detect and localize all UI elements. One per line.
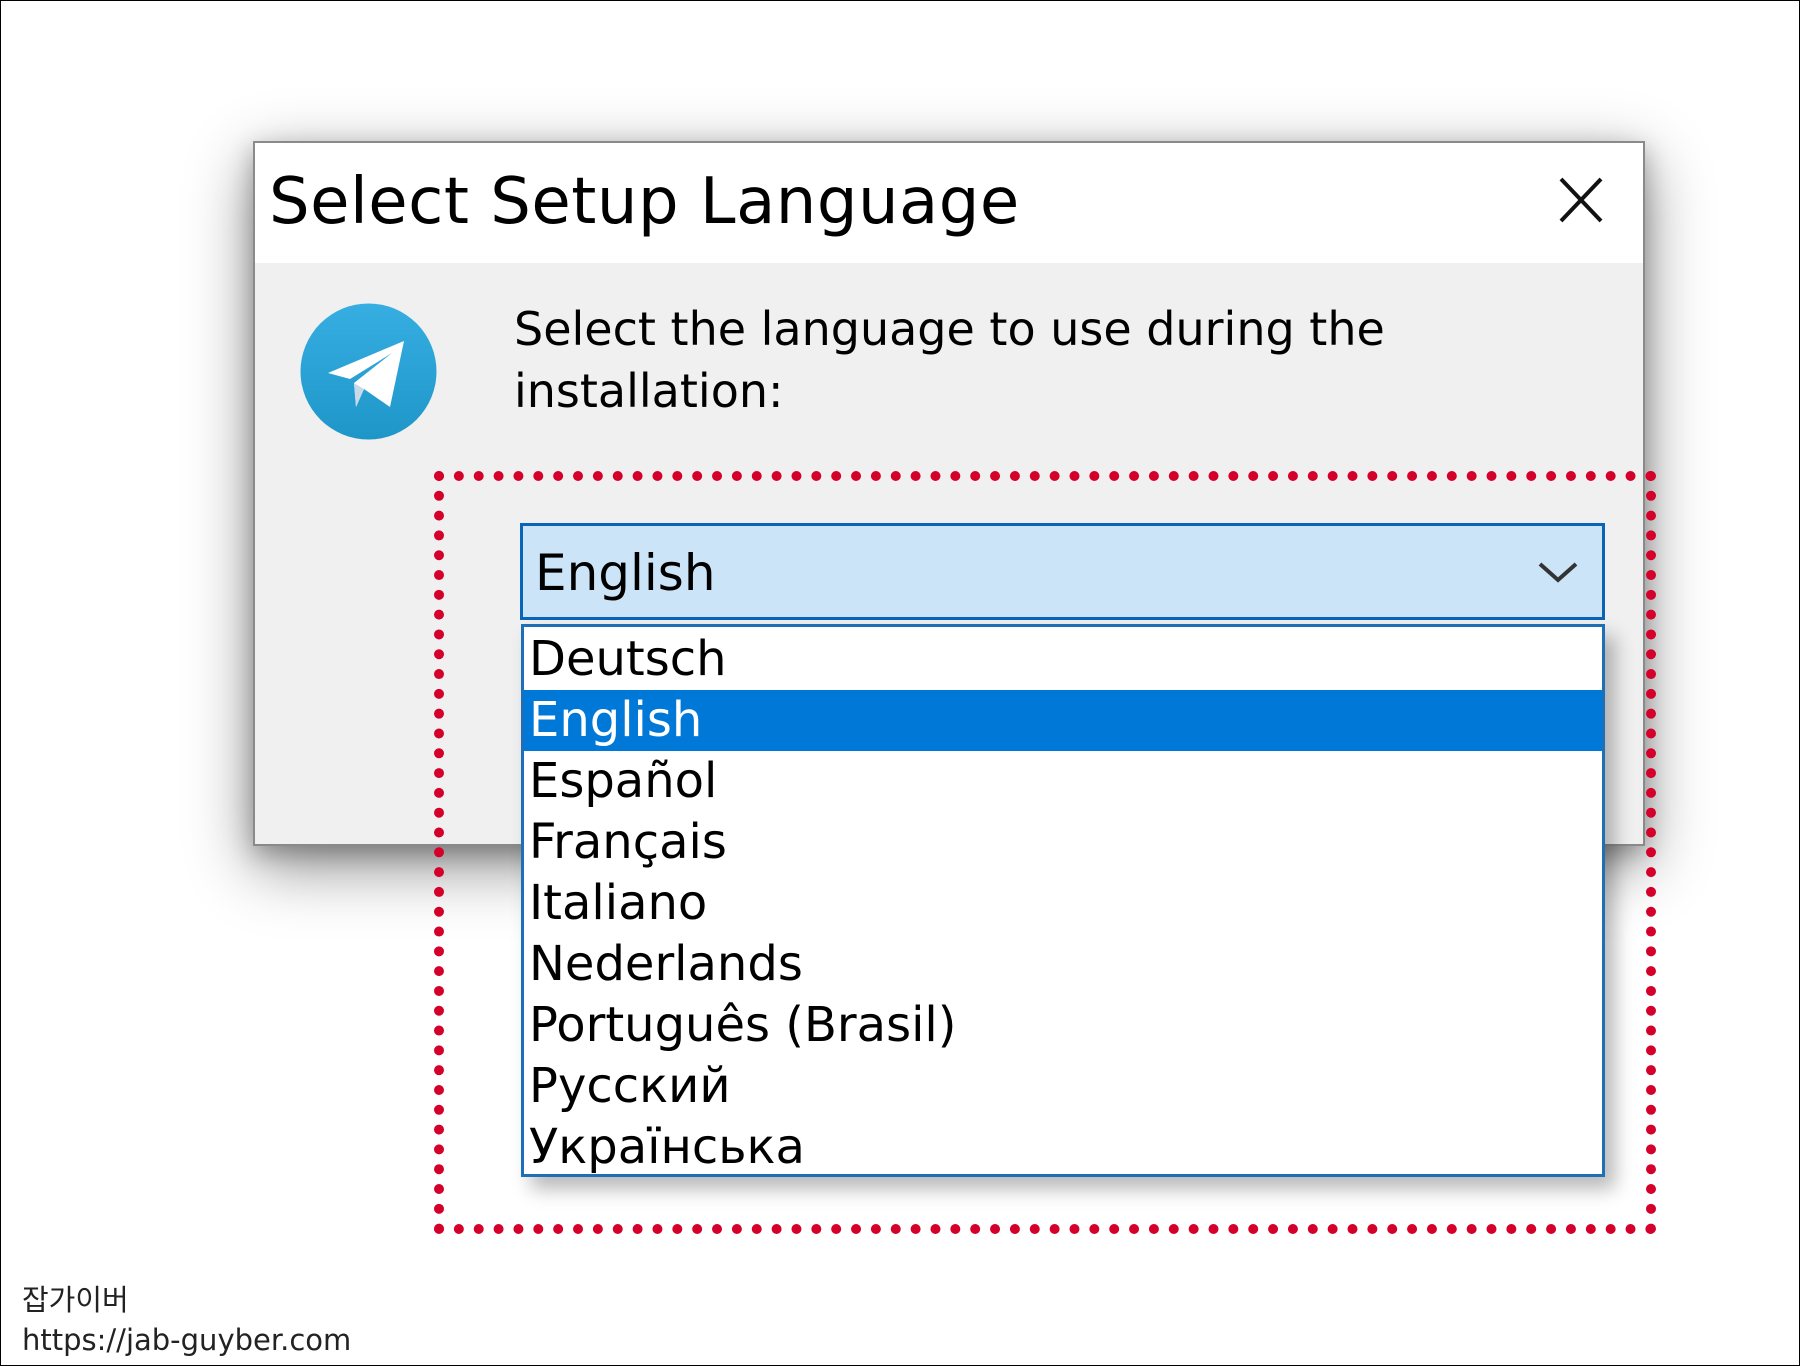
language-option[interactable]: Українська [524,1117,1602,1178]
language-option[interactable]: Nederlands [524,934,1602,995]
telegram-logo-icon [300,303,437,440]
language-prompt: Select the language to use during the in… [514,302,1385,418]
language-option[interactable]: Русский [524,1056,1602,1117]
language-option[interactable]: Español [524,751,1602,812]
watermark: 잡가이버 https://jab-guyber.com [22,1280,351,1360]
watermark-url: https://jab-guyber.com [22,1323,352,1357]
language-option[interactable]: Français [524,812,1602,873]
language-option[interactable]: Italiano [524,873,1602,934]
language-option-selected[interactable]: English [524,690,1602,751]
close-button[interactable] [1539,163,1623,241]
dialog-titlebar: Select Setup Language [255,143,1643,263]
watermark-name: 잡가이버 [22,1283,129,1317]
language-options: Deutsch English Español Français Italian… [524,629,1602,1178]
dialog-title: Select Setup Language [269,165,1020,239]
chevron-down-icon [1538,562,1578,583]
language-dropdown-list[interactable]: Deutsch English Español Français Italian… [521,624,1605,1177]
language-option[interactable]: Português (Brasil) [524,995,1602,1056]
close-icon [1559,177,1603,223]
language-option[interactable]: Deutsch [524,629,1602,690]
language-select[interactable]: English [520,523,1605,620]
language-select-value: English [535,544,716,602]
